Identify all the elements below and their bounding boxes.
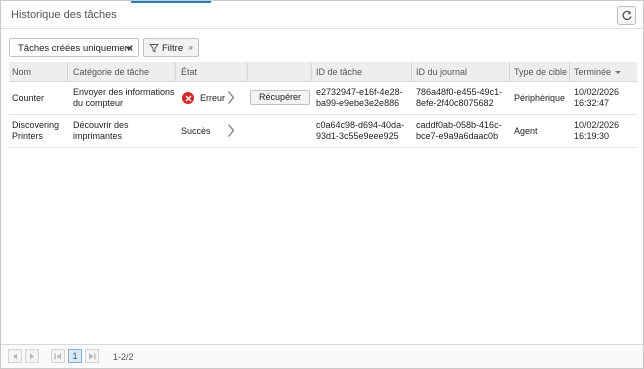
- log-id-line1: 786a48f0-e455-49c1-: [416, 87, 503, 97]
- page-range-info: 1-2/2: [113, 352, 134, 362]
- table-header: Nom Catégorie de tâche État ID de tâche …: [9, 62, 637, 82]
- task-scope-value: Tâches créées uniquement: [18, 43, 133, 54]
- task-history-panel: Historique des tâches Tâches créées uniq…: [0, 0, 644, 369]
- sort-descending-icon: [615, 71, 621, 74]
- column-header-category[interactable]: Catégorie de tâche: [73, 67, 149, 77]
- task-name-line1: Discovering: [12, 120, 60, 130]
- task-id-line2: ba99-e9ebe3e2e886: [316, 98, 400, 108]
- filter-label: Filtre: [162, 43, 184, 54]
- finished-time: 16:32:47: [574, 98, 610, 108]
- log-id-line2: bce7-e9a9a6daac0b: [416, 131, 499, 141]
- column-header-finished[interactable]: Terminée: [574, 67, 611, 77]
- finished-time: 16:19:30: [574, 131, 610, 141]
- task-scope-dropdown[interactable]: Tâches créées uniquement: [9, 38, 139, 57]
- table-row[interactable]: Counter Envoyer des informations du comp…: [9, 82, 637, 115]
- double-chevron-down-icon: »: [188, 43, 193, 52]
- task-name-line2: Printers: [12, 131, 44, 141]
- target-type: Périphérique: [514, 93, 566, 103]
- scroll-left-button[interactable]: [8, 349, 22, 363]
- filter-button[interactable]: Filtre »: [143, 38, 199, 57]
- log-id-line1: caddf0ab-058b-416c-: [416, 120, 502, 130]
- chevron-right-icon[interactable]: [227, 123, 235, 138]
- toolbar: Tâches créées uniquement Filtre »: [1, 38, 643, 58]
- last-page-icon: [89, 353, 96, 359]
- column-header-task-id[interactable]: ID de tâche: [316, 67, 362, 77]
- refresh-icon: [622, 10, 632, 20]
- last-page-button[interactable]: [85, 349, 99, 363]
- task-category-line2: imprimantes: [73, 131, 123, 141]
- panel-header: Historique des tâches: [1, 1, 643, 29]
- column-header-name[interactable]: Nom: [12, 67, 31, 77]
- triangle-left-icon: [13, 353, 17, 359]
- refresh-button[interactable]: [617, 6, 636, 25]
- task-id-line1: c0a64c98-d694-40da-: [316, 120, 405, 130]
- retrieve-button[interactable]: Récupérer: [250, 90, 310, 105]
- task-id-line1: e2732947-e16f-4e28-: [316, 87, 403, 97]
- target-type: Agent: [514, 126, 538, 136]
- task-category-line1: Découvrir des: [73, 120, 129, 130]
- scroll-right-button[interactable]: [25, 349, 39, 363]
- table-row[interactable]: Discovering Printers Découvrir des impri…: [9, 115, 637, 148]
- funnel-icon: [149, 44, 159, 53]
- column-header-state[interactable]: État: [181, 67, 197, 77]
- first-page-icon: [54, 353, 61, 359]
- task-state: Erreur: [200, 93, 226, 103]
- caret-down-icon: [126, 47, 132, 51]
- current-page-number[interactable]: 1: [68, 349, 82, 363]
- task-category-line2: du compteur: [73, 98, 124, 108]
- chevron-right-icon[interactable]: [227, 90, 235, 105]
- panel-title: Historique des tâches: [11, 9, 117, 21]
- task-id-line2: 93d1-3c55e9eee925: [316, 131, 399, 141]
- task-name: Counter: [12, 93, 45, 103]
- finished-date: 10/02/2026: [574, 87, 620, 97]
- pagination-bar: 1 1-2/2: [1, 344, 643, 368]
- error-icon: [182, 92, 194, 104]
- task-category-line1: Envoyer des informations: [73, 87, 175, 97]
- task-state: Succès: [181, 126, 211, 136]
- triangle-right-icon: [30, 353, 34, 359]
- finished-date: 10/02/2026: [574, 120, 620, 130]
- column-header-log-id[interactable]: ID du journal: [416, 67, 467, 77]
- log-id-line2: 8efe-2f40c8075682: [416, 98, 494, 108]
- column-header-target-type[interactable]: Type de cible: [514, 67, 567, 77]
- first-page-button[interactable]: [51, 349, 65, 363]
